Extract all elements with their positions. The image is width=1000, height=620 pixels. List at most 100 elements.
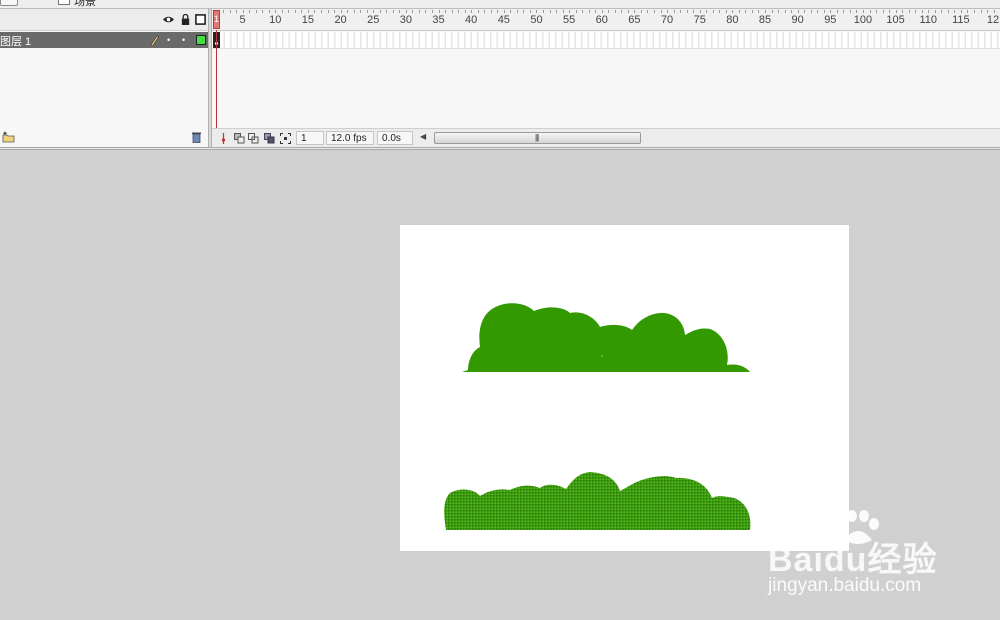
ruler-tick <box>908 10 910 13</box>
ruler-tick <box>895 10 897 13</box>
center-frame-icon[interactable] <box>218 133 229 144</box>
ruler-tick <box>595 10 597 13</box>
layer-color-swatch[interactable] <box>196 35 206 45</box>
scroll-left-icon[interactable]: ◀ <box>420 132 426 141</box>
ruler-tick <box>758 10 760 13</box>
ruler-tick <box>255 10 257 13</box>
scrollbar-thumb[interactable]: ||| <box>434 132 641 144</box>
outline-icon[interactable] <box>195 14 206 25</box>
ruler-tick <box>366 10 368 13</box>
onion-skin-outline-icon[interactable] <box>248 133 259 144</box>
frame-rate-field[interactable]: 12.0 fps <box>326 131 374 145</box>
ruler-tick <box>490 10 492 13</box>
ruler-tick <box>680 10 682 13</box>
ruler-label: 30 <box>399 14 412 26</box>
ruler-tick <box>987 10 989 13</box>
ruler-tick <box>523 10 525 13</box>
ruler-tick <box>738 10 740 13</box>
ruler-tick <box>921 10 923 13</box>
ruler-label: 115 <box>952 14 970 26</box>
lock-dot-icon[interactable]: • <box>182 35 185 45</box>
ruler-label: 75 <box>693 14 706 26</box>
solid-bush-shape[interactable] <box>462 303 750 372</box>
ruler-tick <box>412 10 414 13</box>
ruler-tick <box>549 10 551 13</box>
eye-icon[interactable] <box>163 14 174 25</box>
ruler-tick <box>229 10 231 13</box>
ruler-tick <box>281 10 283 13</box>
ruler-label: 55 <box>562 14 576 26</box>
ruler-tick <box>673 10 675 13</box>
ruler-tick <box>973 10 975 13</box>
ruler-label: 5 <box>239 14 246 26</box>
frame-row[interactable] <box>212 32 1000 49</box>
elapsed-time-field[interactable]: 0.0s <box>377 131 413 145</box>
ruler-tick <box>347 10 349 13</box>
ruler-tick <box>823 10 825 13</box>
ruler-label: 110 <box>919 14 938 26</box>
ruler-label: 105 <box>886 14 905 26</box>
ruler-tick <box>830 10 832 13</box>
ruler-tick <box>667 10 669 13</box>
ruler-tick <box>516 10 518 13</box>
ruler-tick <box>699 10 701 13</box>
ruler-label: 10 <box>269 14 282 26</box>
ruler-tick <box>379 10 381 13</box>
ruler-tick <box>223 10 225 13</box>
ruler-tick <box>634 10 636 13</box>
playhead-number: 1 <box>213 14 220 24</box>
new-layer-icon[interactable] <box>2 131 15 143</box>
layer-row[interactable]: 图层 1 • • <box>0 32 208 48</box>
ruler-tick <box>242 10 244 13</box>
ruler-tick <box>980 10 982 13</box>
ruler-tick <box>712 10 714 13</box>
ruler-label: 15 <box>301 14 315 26</box>
frame-ruler[interactable]: 5 10 15 20 25 30 35 40 45 50 55 60 65 70 75 80 85 90 95 100… <box>212 9 1000 31</box>
watermark-url: jingyan.baidu.com <box>768 575 922 596</box>
ruler-tick <box>882 10 884 13</box>
ruler-tick <box>340 10 342 13</box>
dotted-bush-shape[interactable] <box>444 472 751 530</box>
stage-canvas[interactable] <box>400 225 849 551</box>
ruler-label: 50 <box>530 14 543 26</box>
onion-skin-icon[interactable] <box>234 133 245 144</box>
frames-panel: 5 10 15 20 25 30 35 40 45 50 55 60 65 70 75 80 85 90 95 100… <box>212 9 1000 148</box>
trash-icon[interactable] <box>191 131 202 143</box>
timeline-scrollbar[interactable]: ◀ ||| <box>420 132 641 144</box>
ruler-tick <box>373 10 375 13</box>
top-toolbar: 场景 <box>0 0 1000 9</box>
ruler-tick <box>810 10 812 13</box>
ruler-label: 100 <box>853 14 873 26</box>
ruler-label: 40 <box>465 14 478 26</box>
layer-name[interactable]: 图层 1 <box>0 33 31 49</box>
visibility-dot-icon[interactable]: • <box>167 35 170 45</box>
modify-onion-markers-icon[interactable] <box>280 133 291 144</box>
ruler-tick <box>399 10 401 13</box>
ruler-label: 25 <box>367 14 380 26</box>
ruler-tick <box>725 10 727 13</box>
scene-label[interactable]: 场景 <box>74 0 96 9</box>
ruler-tick <box>307 10 309 13</box>
speck <box>601 355 603 357</box>
ruler-tick <box>477 10 479 13</box>
ruler-label: 95 <box>824 14 837 26</box>
ruler-tick <box>849 10 851 13</box>
ruler-tick <box>608 10 610 13</box>
back-button[interactable] <box>0 0 18 6</box>
lock-icon[interactable] <box>180 14 191 25</box>
ruler-label: 65 <box>628 14 641 26</box>
edit-multiple-frames-icon[interactable] <box>264 133 275 144</box>
ruler-tick <box>471 10 473 13</box>
ruler-tick <box>484 10 486 13</box>
ruler-tick <box>771 10 773 13</box>
ruler-tick <box>719 10 721 13</box>
ruler-tick <box>405 10 407 13</box>
ruler-tick <box>275 10 277 13</box>
ruler-tick <box>249 10 251 13</box>
ruler-tick <box>915 10 917 13</box>
ruler-tick <box>288 10 290 13</box>
current-frame-field[interactable]: 1 <box>296 131 324 145</box>
ruler-label: 90 <box>791 14 804 26</box>
ruler-tick <box>601 10 603 13</box>
ruler-tick <box>236 10 238 13</box>
